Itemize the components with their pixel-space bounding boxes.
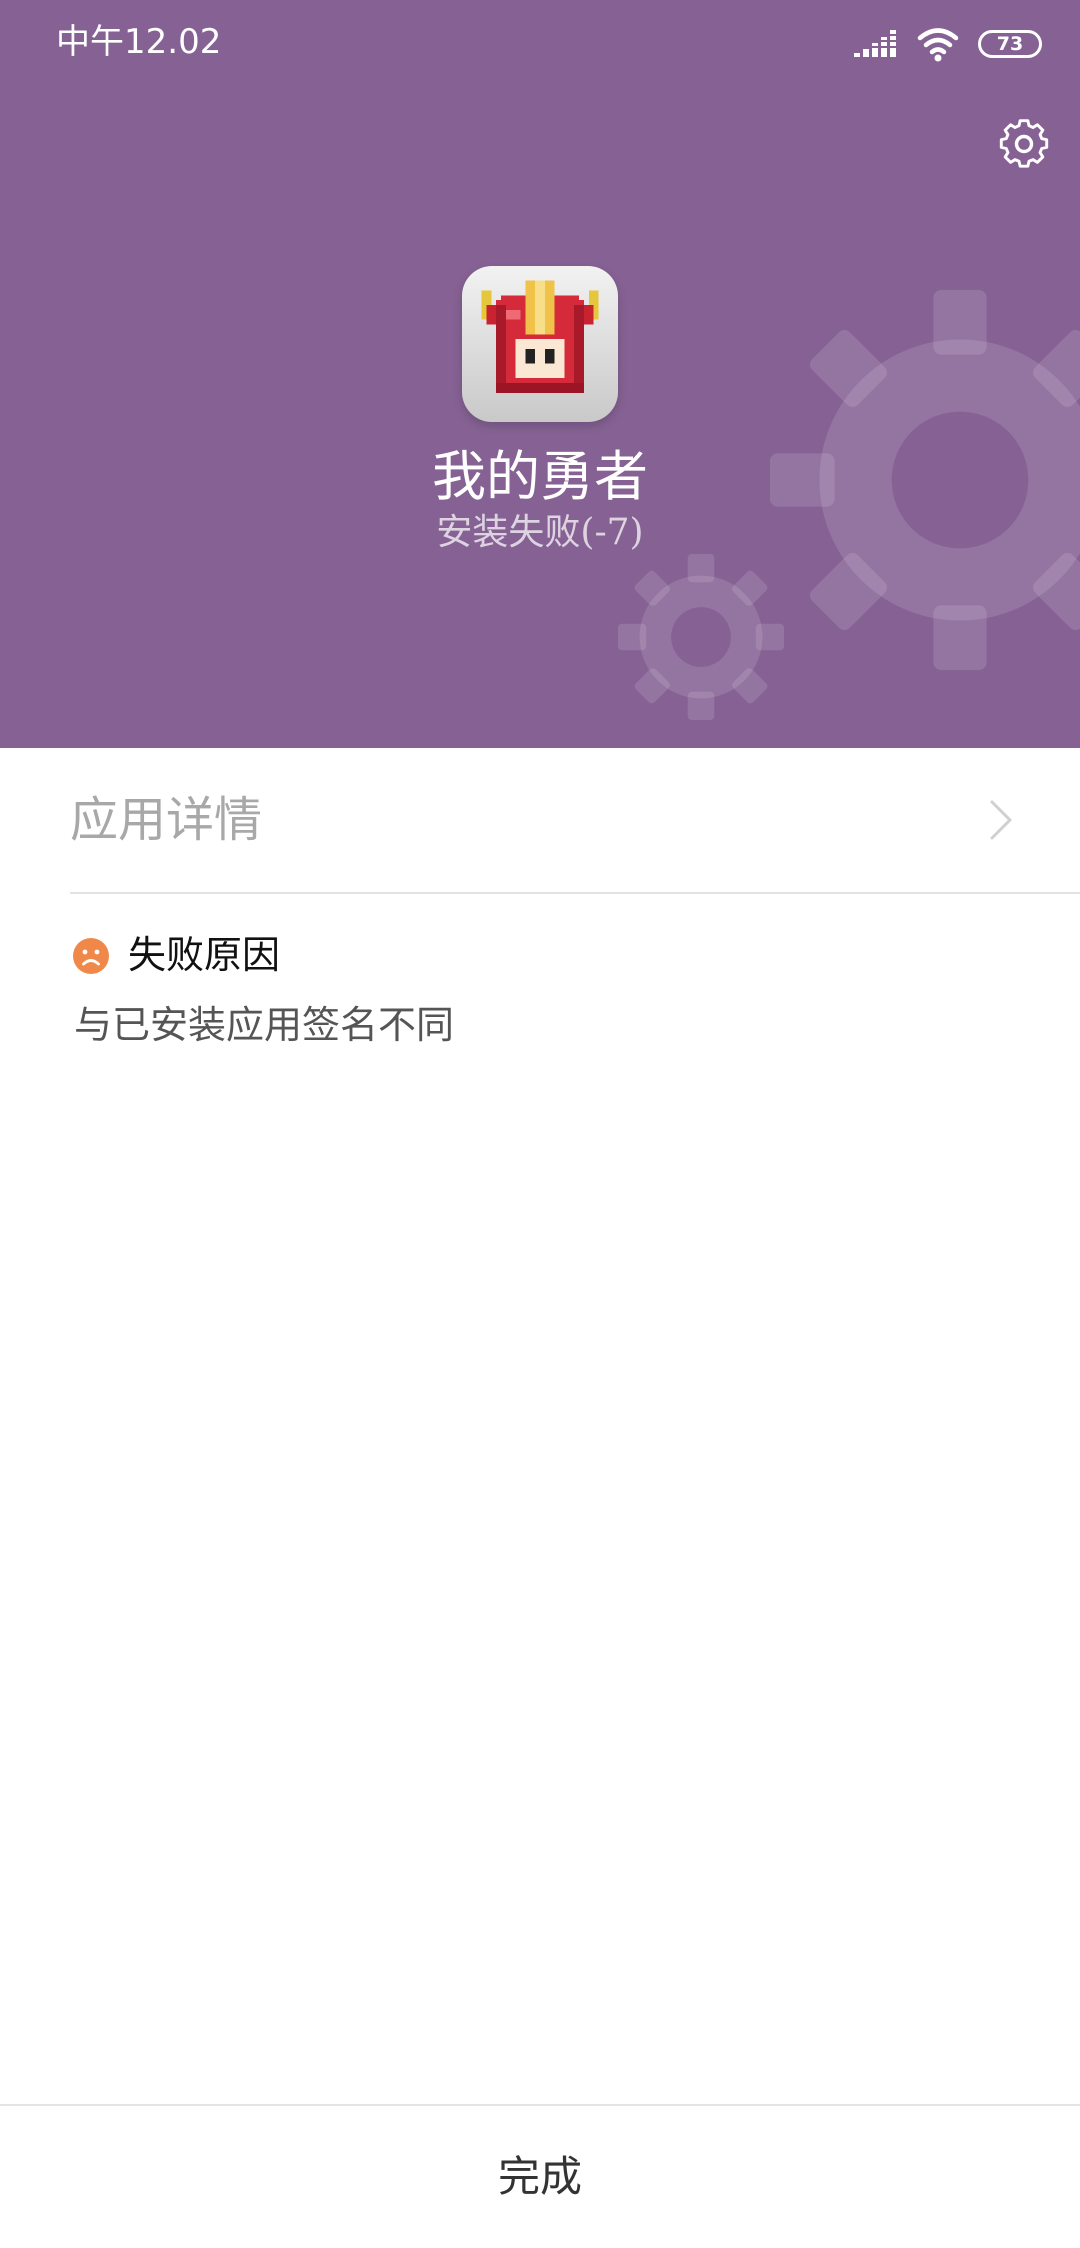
app-details-label: 应用详情	[70, 792, 263, 848]
chevron-right-icon	[990, 800, 1012, 840]
decorative-gear-small-icon	[618, 554, 784, 720]
header-panel: 中午12.02 73 我的勇者 安装失败(-7)	[0, 0, 1080, 748]
app-name: 我的勇者	[432, 445, 648, 508]
pixel-hero-helmet-icon	[462, 266, 618, 422]
gear-icon[interactable]	[996, 116, 1052, 172]
failure-reason: 与已安装应用签名不同	[74, 1003, 455, 1047]
status-icons: 73	[854, 22, 1042, 66]
failure-title: 失败原因	[128, 933, 281, 977]
status-time: 中午12.02	[56, 22, 222, 62]
battery-level: 73	[996, 33, 1024, 55]
app-details-row[interactable]: 应用详情	[0, 748, 1080, 892]
install-status: 安装失败(-7)	[436, 512, 644, 553]
installer-screen: 中午12.02 73 我的勇者 安装失败(-7) 应用详情 失败原因 与已安装应…	[0, 0, 1080, 2248]
battery-indicator: 73	[978, 30, 1042, 58]
sad-face-icon	[73, 938, 109, 974]
signal-bars-icon	[854, 30, 898, 57]
divider	[70, 892, 1080, 894]
done-button[interactable]: 完成	[0, 2106, 1080, 2248]
wifi-icon	[917, 28, 959, 62]
bottom-bar: 完成	[0, 2104, 1080, 2248]
